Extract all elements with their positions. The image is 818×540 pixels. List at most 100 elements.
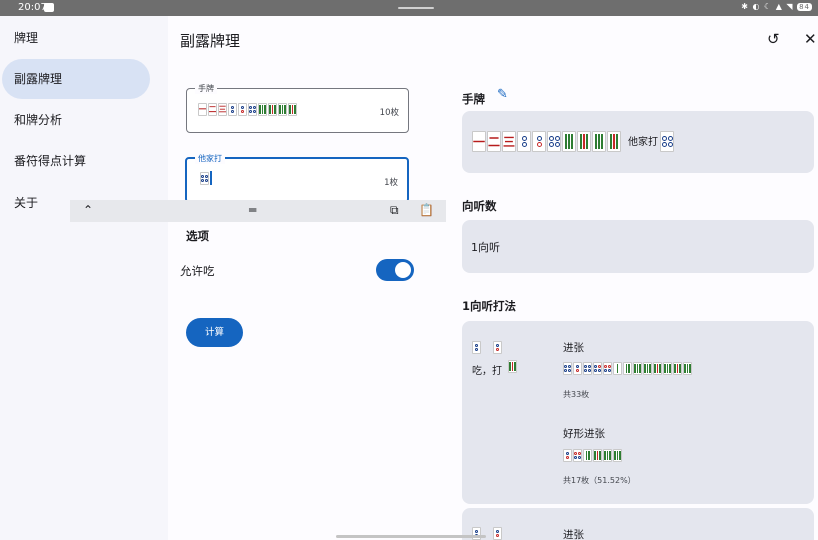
tile-8s [683,362,692,375]
discard-text: 他家打 [628,137,658,148]
status-time: 20:07 [18,2,47,13]
tile-3p [563,449,572,462]
tile-7s [268,103,277,116]
tile-2s [623,362,632,375]
switch-knob [395,262,411,278]
calculate-button[interactable]: 计算 [186,318,243,347]
ukeire-total: 共33枚 [563,390,590,399]
tile-5s [653,362,662,375]
nav-item-hepai-analysis[interactable]: 和牌分析 [2,100,150,140]
nav-item-fulu-pai-li[interactable]: 副露牌理 [2,59,150,99]
nav-drawer: 牌理 副露牌理 和牌分析 番符得点计算 关于 [0,16,168,540]
tile-2m: 二 [208,103,217,116]
tile-2m: 二 [487,131,501,152]
good-shape-title: 好形进张 [563,428,605,440]
tile-4p [583,362,592,375]
tile-6p [573,449,582,462]
good-shape-tiles [563,449,623,462]
tile-4p [200,172,209,185]
allow-chi-switch[interactable] [376,259,414,281]
paste-icon[interactable]: 📋 [419,203,434,217]
chi-tiles-2 [472,527,503,540]
good-shape-total: 共17枚（51.52%） [563,476,636,485]
tile-4p [660,131,674,152]
tile-2p [472,527,481,540]
tile-4s [643,362,652,375]
tile-7s [673,362,682,375]
text-cursor [210,171,212,185]
tile-1m: 一 [472,131,486,152]
tile-6s [562,131,576,152]
tile-5p [593,362,602,375]
copy-icon[interactable]: ⧉ [390,203,399,218]
discard-input-tiles [200,171,212,185]
tile-6s [258,103,267,116]
history-icon[interactable]: ↺ [767,30,780,48]
tile-5s [593,449,602,462]
page-title: 副露牌理 [180,32,241,50]
tile-3m: 三 [218,103,227,116]
chi-tiles [472,341,503,354]
discard-input-label: 他家打 [195,153,225,164]
battery-icon: 84 [797,3,812,11]
tile-2p [472,341,481,354]
tile-8s [278,103,287,116]
shanten-value: 1向听 [471,241,500,254]
hand-card: 一 二 三 他家打 [462,111,814,173]
tile-9s [607,131,621,152]
tile-3p [532,131,546,152]
status-handle [398,7,434,9]
tile-4p [248,103,257,116]
tile-3p [493,341,502,354]
tile-8s [613,449,622,462]
system-icons: ✱ ◐ ☾ ▲ ◥ 84 [741,2,812,11]
shanten-card: 1向听 [462,220,814,273]
options-title: 选项 [186,229,209,243]
hand-title: 手牌 [462,92,485,106]
status-bar: 20:07 ✱ ◐ ☾ ▲ ◥ 84 [0,0,818,16]
nav-item-pai-li[interactable]: 牌理 [2,18,150,58]
nav-item-score-calc[interactable]: 番符得点计算 [2,141,150,181]
strategy-card: 吃，打 进张 共33枚 好形进张 共17枚（51.52%） [462,321,814,504]
tile-3s [633,362,642,375]
tile-9s [508,360,517,373]
tile-6s [603,449,612,462]
drag-handle-icon[interactable]: ═ [249,203,256,217]
edit-icon[interactable]: ✎ [497,87,508,102]
tile-1m: 一 [198,103,207,116]
strategy-card-2: 进张 [462,508,814,540]
hand-input[interactable]: 手牌 一 二 三 10枚 [186,83,409,133]
hand-input-tiles: 一 二 三 [198,103,298,116]
strategy-title: 1向听打法 [462,299,517,313]
ukeire-title: 进张 [563,342,584,354]
tile-1s [613,362,622,375]
hand-input-label: 手牌 [195,83,217,94]
tile-2p [517,131,531,152]
discard-input[interactable]: 他家打 1枚 [185,153,409,203]
hand-count: 10枚 [379,108,399,118]
tile-3p [573,362,582,375]
gesture-bar [336,535,486,538]
tile-8s [592,131,606,152]
floating-toolbar: ⌃ ═ ⧉ 📋 [70,200,446,222]
tile-2s [583,449,592,462]
tile-3p [238,103,247,116]
result-hand-tiles: 一 二 三 他家打 [472,131,675,152]
tile-4p [547,131,561,152]
allow-chi-label: 允许吃 [180,264,215,278]
tile-6s [663,362,672,375]
discard-count: 1枚 [384,178,398,188]
tile-9s [288,103,297,116]
ukeire-tiles [563,362,693,375]
shanten-title: 向听数 [462,199,497,213]
tile-7s [577,131,591,152]
notification-icon [44,3,54,12]
tile-3p [493,527,502,540]
close-icon[interactable]: ✕ [804,30,817,48]
collapse-icon[interactable]: ⌃ [83,203,93,217]
discard-tile [508,360,518,373]
tile-3m: 三 [502,131,516,152]
ukeire-title-2: 进张 [563,529,584,540]
tile-4p [563,362,572,375]
tile-6p [603,362,612,375]
